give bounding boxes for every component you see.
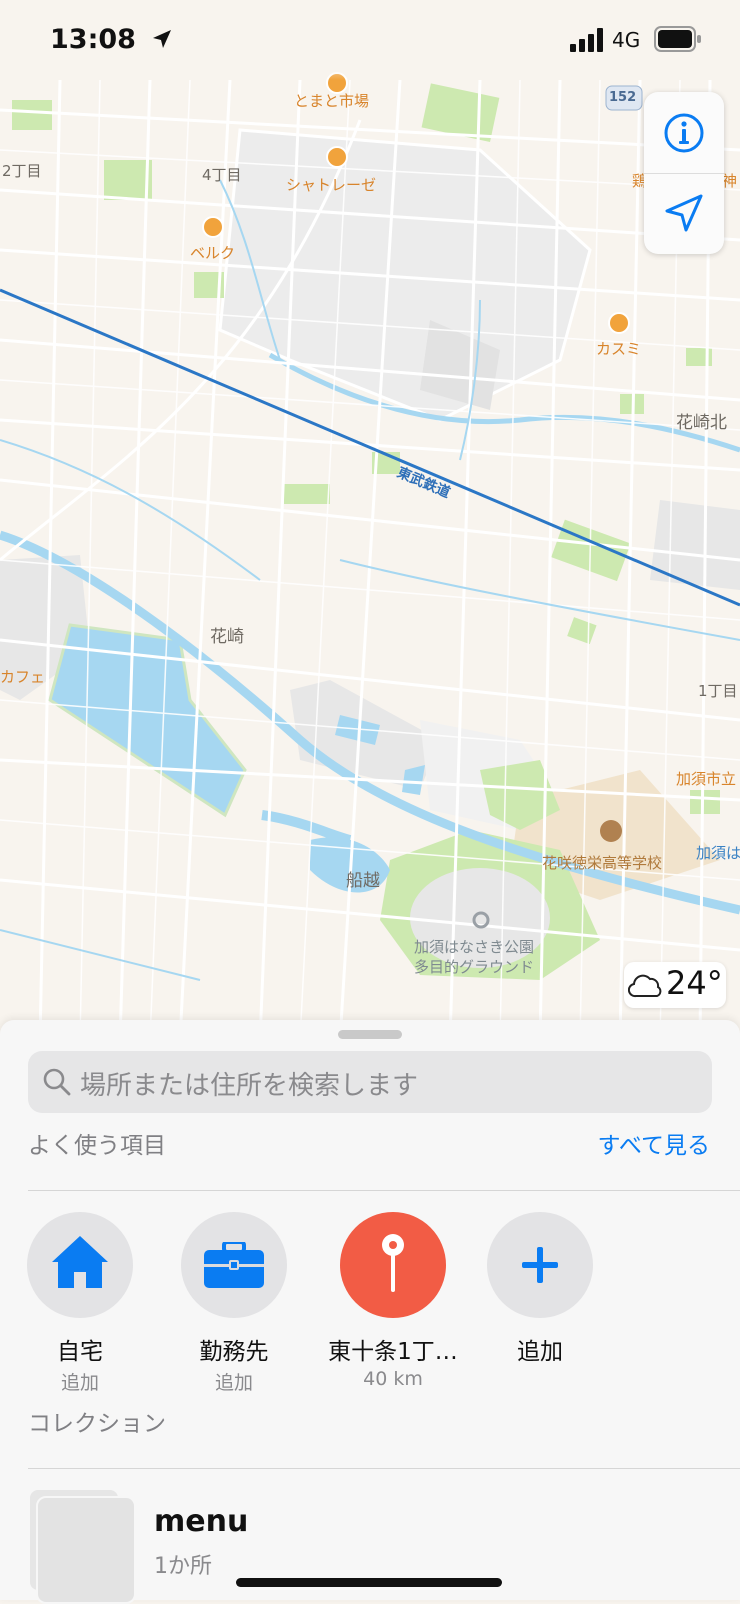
sheet-grabber[interactable]	[338, 1030, 402, 1039]
map-label-edge-top2: 神	[722, 172, 738, 190]
home-indicator[interactable]	[236, 1578, 502, 1587]
map-label-1chome: 1丁目	[698, 682, 738, 700]
map-label-4chome: 4丁目	[202, 166, 242, 184]
favorite-name: 東十条1丁…	[328, 1339, 458, 1365]
collection-count: 1か所	[154, 1554, 212, 1579]
search-placeholder: 場所または住所を検索します	[80, 1071, 419, 1101]
favorite-work-circle	[181, 1212, 287, 1318]
location-arrow-icon	[665, 194, 703, 232]
map-label-park-line2[interactable]: 多目的グラウンド	[414, 956, 534, 977]
map-label-funakoshi: 船越	[346, 871, 380, 891]
favorite-name: 自宅	[57, 1339, 103, 1365]
map-label-kazo-city: 加須市立	[676, 770, 737, 788]
location-services-icon	[153, 30, 172, 48]
map-label-park-line1[interactable]: 加須はなさき公園	[414, 936, 534, 957]
signal-icon	[570, 28, 603, 52]
map-label-kazo-edge: 加須は	[696, 844, 740, 862]
shop-poi-icon[interactable]	[326, 146, 348, 168]
search-field[interactable]: 場所または住所を検索します	[28, 1051, 712, 1113]
cloud-icon	[628, 974, 662, 998]
divider	[28, 1190, 740, 1191]
favorite-add[interactable]: 追加	[475, 1212, 605, 1366]
info-icon	[664, 113, 704, 153]
map-label-hanasaki-kita: 花崎北	[676, 413, 727, 433]
map-label-cafe[interactable]: カフェ	[0, 666, 45, 687]
map-label-2chome: 2丁目	[2, 162, 42, 180]
shop-poi-icon[interactable]	[202, 216, 224, 238]
favorite-sub: 追加	[60, 1372, 99, 1394]
favorite-home-circle	[27, 1212, 133, 1318]
status-time: 13:08	[50, 24, 173, 55]
collection-name: menu	[154, 1504, 249, 1539]
divider	[28, 1468, 740, 1469]
collection-thumb	[36, 1496, 136, 1604]
info-button[interactable]	[644, 92, 724, 173]
map-label-hanasaki: 花崎	[210, 627, 244, 647]
favorite-pinned-location[interactable]: 東十条1丁… 40 km	[323, 1212, 463, 1390]
map-label-chateraise[interactable]: シャトレーゼ	[286, 174, 376, 195]
favorite-work[interactable]: 勤務先 追加	[169, 1212, 299, 1395]
favorite-sub: 追加	[214, 1372, 253, 1394]
collections-title: コレクション	[28, 1411, 166, 1437]
favorite-name: 追加	[517, 1339, 563, 1365]
weather-badge[interactable]: 24°	[624, 962, 726, 1008]
network-type: 4G	[612, 28, 641, 52]
map-label-kasumi[interactable]: カスミ	[596, 338, 641, 359]
map-label-belc[interactable]: ベルク	[190, 242, 235, 263]
map-controls	[644, 92, 724, 254]
map-label-school[interactable]: 花咲徳栄高等学校	[542, 852, 662, 873]
route-152-label: 152	[609, 90, 637, 105]
bottom-sheet: 場所または住所を検索します よく使う項目 すべて見る 自宅 追加 勤務先 追加	[0, 1020, 740, 1604]
favorites-title: よく使う項目	[28, 1133, 166, 1159]
favorite-name: 勤務先	[199, 1339, 269, 1365]
map-label-tomato-market[interactable]: とまと市場	[294, 90, 369, 111]
favorite-distance: 40 km	[363, 1368, 423, 1390]
plus-icon	[522, 1247, 558, 1283]
status-bar: 13:08 4G	[0, 0, 740, 80]
briefcase-icon	[204, 1242, 264, 1288]
battery-icon	[654, 26, 701, 52]
weather-temperature: 24°	[666, 964, 723, 1002]
search-icon	[43, 1068, 71, 1096]
home-icon	[52, 1236, 108, 1288]
pin-icon	[382, 1234, 404, 1292]
map-view[interactable]: とまと市場 152 2丁目 4丁目 シャトレーゼ ベルク カスミ 花崎北 東武鉄…	[0, 0, 740, 1040]
favorite-add-circle	[487, 1212, 593, 1318]
favorite-home[interactable]: 自宅 追加	[15, 1212, 145, 1395]
shop-poi-icon[interactable]	[608, 312, 630, 334]
favorite-pin-circle	[340, 1212, 446, 1318]
locate-me-button[interactable]	[644, 174, 724, 254]
see-all-link[interactable]: すべて見る	[598, 1126, 710, 1160]
